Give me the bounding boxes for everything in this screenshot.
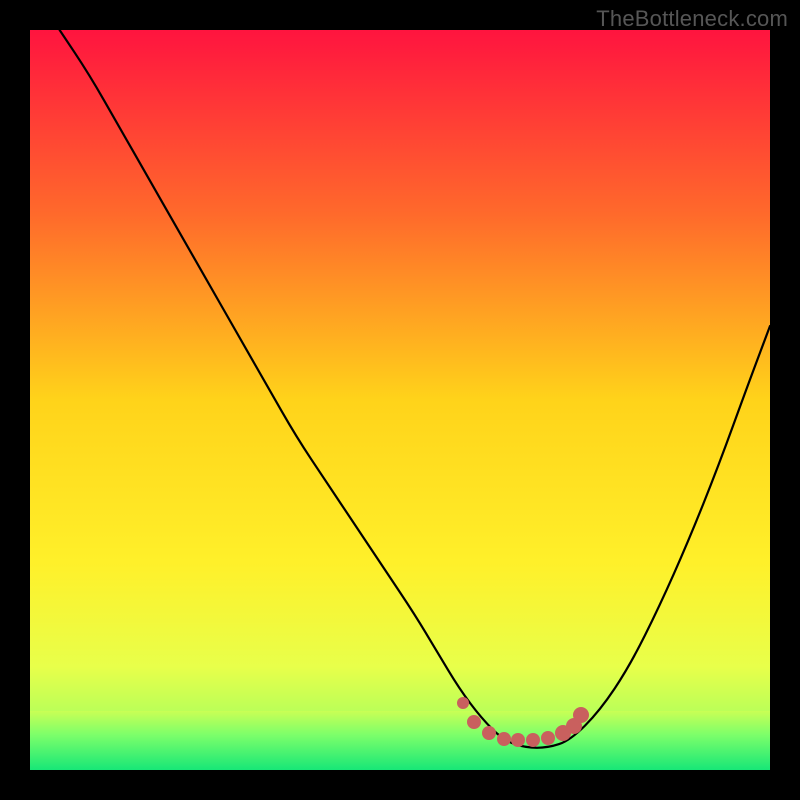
plot-area [30,30,770,770]
chart-container: TheBottleneck.com [0,0,800,800]
bottleneck-curve [30,30,770,770]
curve-path [60,30,770,748]
watermark-text: TheBottleneck.com [596,6,788,32]
